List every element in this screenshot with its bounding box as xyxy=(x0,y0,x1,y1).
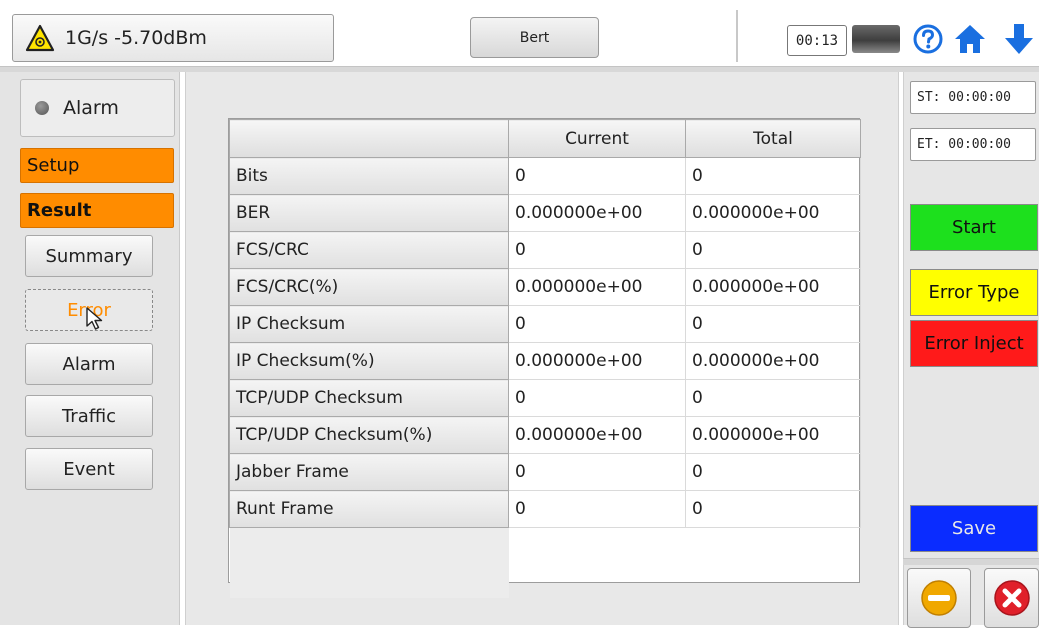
home-icon[interactable] xyxy=(952,22,988,56)
total-value: 0.000000e+00 xyxy=(685,416,861,454)
total-value: 0 xyxy=(685,157,861,195)
setup-tab[interactable]: Setup xyxy=(20,148,174,183)
alarm-led-icon xyxy=(35,101,49,115)
table-row: TCP/UDP Checksum 0 0 xyxy=(229,379,861,417)
warning-icon xyxy=(25,24,55,52)
row-label: IP Checksum xyxy=(229,305,509,343)
current-value: 0 xyxy=(508,231,686,269)
sidebar-item-alarm[interactable]: Alarm xyxy=(25,343,153,385)
table-header-row: Current Total xyxy=(229,119,861,158)
sidebar-item-summary[interactable]: Summary xyxy=(25,235,153,277)
minimize-button[interactable] xyxy=(907,568,971,628)
table-row: FCS/CRC 0 0 xyxy=(229,231,861,269)
total-value: 0.000000e+00 xyxy=(685,268,861,306)
divider xyxy=(736,10,738,62)
current-value: 0.000000e+00 xyxy=(508,194,686,232)
signal-status-text: 1G/s -5.70dBm xyxy=(65,27,207,49)
results-table: Current Total Bits 0 0 BER 0.000000e+00 … xyxy=(229,119,861,598)
start-button[interactable]: Start xyxy=(910,204,1038,251)
table-row: Runt Frame 0 0 xyxy=(229,490,861,528)
table-row: BER 0.000000e+00 0.000000e+00 xyxy=(229,194,861,232)
current-value: 0.000000e+00 xyxy=(508,416,686,454)
total-value: 0 xyxy=(685,231,861,269)
minus-circle-icon xyxy=(921,580,957,616)
total-value: 0 xyxy=(685,379,861,417)
row-label: FCS/CRC(%) xyxy=(229,268,509,306)
current-value: 0.000000e+00 xyxy=(508,268,686,306)
mode-button[interactable]: Bert xyxy=(470,17,599,58)
close-button[interactable] xyxy=(984,568,1039,628)
results-table-container: Current Total Bits 0 0 BER 0.000000e+00 … xyxy=(228,118,861,598)
sidebar-item-traffic[interactable]: Traffic xyxy=(25,395,153,437)
current-value: 0 xyxy=(508,305,686,343)
total-value: 0.000000e+00 xyxy=(685,194,861,232)
row-label: FCS/CRC xyxy=(229,231,509,269)
save-button[interactable]: Save xyxy=(910,505,1038,552)
close-icon xyxy=(993,580,1030,616)
end-time-display: ET: 00:00:00 xyxy=(910,128,1036,161)
alarm-indicator[interactable]: Alarm xyxy=(20,79,175,137)
right-panel-separator xyxy=(903,558,1039,565)
sidebar-item-event[interactable]: Event xyxy=(25,448,153,490)
timer-display: 00:13 xyxy=(787,25,847,56)
table-row: IP Checksum 0 0 xyxy=(229,305,861,343)
row-label: IP Checksum(%) xyxy=(229,342,509,380)
start-time-display: ST: 00:00:00 xyxy=(910,81,1036,114)
current-value: 0 xyxy=(508,379,686,417)
row-label: Jabber Frame xyxy=(229,453,509,491)
alarm-indicator-label: Alarm xyxy=(63,97,119,119)
total-value: 0 xyxy=(685,453,861,491)
error-type-button[interactable]: Error Type xyxy=(910,269,1038,316)
row-label: Bits xyxy=(229,157,509,195)
mouse-cursor-icon xyxy=(86,307,103,330)
row-label: BER xyxy=(229,194,509,232)
table-empty-row xyxy=(229,527,861,599)
row-label: TCP/UDP Checksum xyxy=(229,379,509,417)
empty-cell xyxy=(509,528,686,599)
table-row: FCS/CRC(%) 0.000000e+00 0.000000e+00 xyxy=(229,268,861,306)
current-value: 0 xyxy=(508,157,686,195)
signal-status[interactable]: 1G/s -5.70dBm xyxy=(12,14,334,62)
row-label: TCP/UDP Checksum(%) xyxy=(229,416,509,454)
error-inject-button[interactable]: Error Inject xyxy=(910,320,1038,367)
table-row: Jabber Frame 0 0 xyxy=(229,453,861,491)
column-header-total: Total xyxy=(685,119,861,158)
table-row: IP Checksum(%) 0.000000e+00 0.000000e+00 xyxy=(229,342,861,380)
total-value: 0 xyxy=(685,490,861,528)
arrow-down-icon[interactable] xyxy=(1002,22,1036,56)
column-header xyxy=(229,119,509,158)
current-value: 0 xyxy=(508,453,686,491)
column-header-current: Current xyxy=(508,119,686,158)
result-tab[interactable]: Result xyxy=(20,193,174,228)
total-value: 0.000000e+00 xyxy=(685,342,861,380)
table-row: Bits 0 0 xyxy=(229,157,861,195)
empty-cell xyxy=(686,528,861,599)
table-row: TCP/UDP Checksum(%) 0.000000e+00 0.00000… xyxy=(229,416,861,454)
row-label: Runt Frame xyxy=(229,490,509,528)
battery-icon xyxy=(852,25,900,53)
current-value: 0.000000e+00 xyxy=(508,342,686,380)
total-value: 0 xyxy=(685,305,861,343)
current-value: 0 xyxy=(508,490,686,528)
row-label-empty xyxy=(229,527,509,598)
help-icon[interactable] xyxy=(912,23,944,55)
